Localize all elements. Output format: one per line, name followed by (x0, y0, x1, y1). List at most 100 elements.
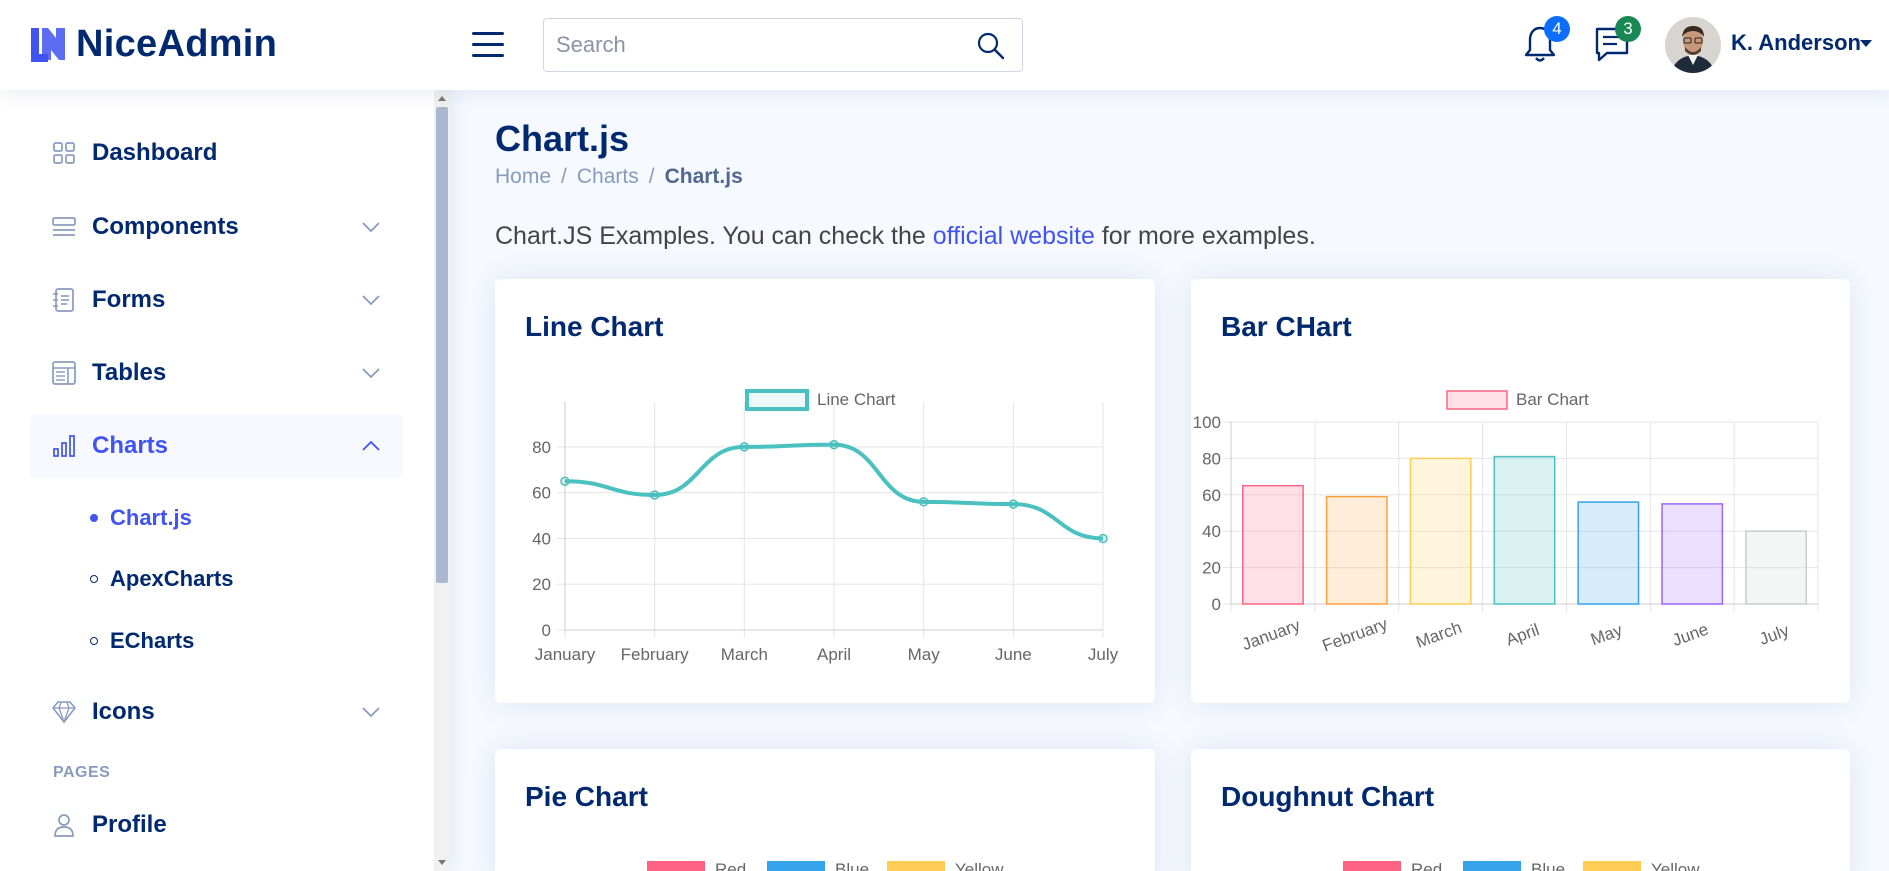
sidebar-subitem-apexcharts[interactable]: ApexCharts (90, 559, 233, 599)
x-tick-label: May (1588, 620, 1625, 649)
bar (1745, 530, 1808, 605)
search-form (543, 18, 1023, 72)
profile-dropdown-toggle[interactable]: K. Anderson (1731, 30, 1861, 56)
legend-label: Yellow (955, 860, 1004, 871)
doughnut-chart-card: Doughnut Chart Red Blue Yellow (1191, 749, 1850, 871)
bar-chart-card: Bar CHart Bar Chart 0 20 40 60 80 100 January Fe… (1191, 279, 1850, 703)
person-icon (54, 814, 74, 837)
x-tick-label: February (1320, 614, 1391, 655)
search-input[interactable] (556, 19, 956, 71)
bar (1409, 457, 1472, 605)
line-chart-card: Line Chart Line Chart 0 20 40 60 80 January Feb… (495, 279, 1155, 703)
line-chart: Line Chart 0 20 40 60 80 January February March A… (532, 389, 1119, 664)
y-tick-label: 40 (1202, 522, 1221, 541)
legend-swatch (745, 389, 809, 411)
grid-icon (53, 142, 75, 164)
legend-swatch (1343, 861, 1401, 871)
x-tick-label: June (995, 645, 1032, 664)
messages-badge: 3 (1615, 16, 1641, 42)
legend-label: Bar Chart (1516, 390, 1589, 409)
breadcrumb-separator: / (648, 165, 655, 188)
legend-swatch (1583, 861, 1641, 871)
scrollbar-thumb[interactable] (436, 107, 448, 583)
x-tick-label: February (621, 645, 690, 664)
chevron-down-icon (362, 707, 380, 718)
x-tick-label: April (1503, 620, 1541, 649)
bar-chart-icon (53, 435, 75, 457)
sidebar-item-profile[interactable]: Profile (30, 793, 403, 857)
intro-text-start: Chart.JS Examples. You can check the (495, 222, 933, 250)
pie-chart-card: Pie Chart Red Blue Yellow (495, 749, 1155, 871)
legend-swatch (767, 861, 825, 871)
legend-swatch (647, 861, 705, 871)
notifications-badge: 4 (1544, 16, 1570, 42)
x-tick-label: April (817, 645, 851, 664)
messages-button[interactable]: 3 (1593, 16, 1641, 66)
sidebar-subitem-label: ECharts (110, 628, 195, 653)
circle-icon (90, 575, 98, 583)
x-tick-label: January (1239, 615, 1303, 654)
notifications-button[interactable]: 4 (1522, 16, 1570, 66)
pie-chart: Red Blue Yellow (647, 860, 1004, 871)
y-tick-label: 100 (1193, 413, 1221, 432)
menu-button-icon (52, 217, 76, 236)
sidebar-item-components[interactable]: Components (30, 195, 403, 259)
bar (1493, 455, 1556, 605)
official-website-link[interactable]: official website (933, 222, 1095, 250)
chevron-down-icon (362, 368, 380, 379)
x-tick-label: July (1757, 621, 1792, 649)
chevron-up-icon (362, 440, 380, 451)
x-tick-label: July (1088, 645, 1119, 664)
data-point (649, 490, 660, 500)
legend-label: Red (1411, 860, 1442, 871)
search-icon[interactable] (976, 31, 1006, 61)
y-tick-label: 60 (532, 484, 551, 503)
sidebar-item-label: Components (92, 213, 239, 240)
legend-label: Red (715, 860, 746, 871)
x-tick-label: May (908, 645, 941, 664)
avatar[interactable] (1665, 17, 1721, 73)
sidebar-item-icons[interactable]: Icons (30, 680, 403, 744)
scroll-down-arrow[interactable] (438, 860, 446, 865)
sidebar-subitem-chartjs[interactable]: Chart.js (90, 498, 192, 538)
header: NiceAdmin 4 3 (0, 0, 1889, 90)
layout-text-window-icon (52, 361, 76, 385)
breadcrumb-charts[interactable]: Charts (577, 165, 639, 189)
legend-swatch (1446, 390, 1508, 410)
legend-swatch (1463, 861, 1521, 871)
legend-swatch (887, 861, 945, 871)
sidebar-item-tables[interactable]: Tables (30, 341, 403, 405)
sidebar-toggle-button[interactable] (470, 28, 506, 62)
sidebar-scrollbar[interactable] (434, 90, 450, 871)
circle-icon (90, 637, 98, 645)
breadcrumb-separator: / (561, 165, 567, 188)
breadcrumb-home[interactable]: Home (495, 165, 551, 189)
legend-label: Yellow (1651, 860, 1700, 871)
sidebar-item-forms[interactable]: Forms (30, 268, 403, 332)
x-tick-label: March (1413, 618, 1464, 652)
journal-text-icon (53, 288, 74, 312)
sidebar-subitem-label: Chart.js (110, 505, 192, 530)
sidebar-item-dashboard[interactable]: Dashboard (30, 121, 403, 185)
chevron-down-icon (362, 295, 380, 306)
y-tick-label: 40 (532, 529, 551, 548)
sidebar-item-label: Icons (92, 698, 155, 725)
data-point (918, 497, 929, 507)
bar (1661, 503, 1724, 605)
legend-label: Blue (835, 860, 869, 871)
page-title: Chart.js (495, 118, 630, 159)
circle-fill-icon (90, 514, 98, 522)
sidebar-subitem-echarts[interactable]: ECharts (90, 621, 194, 661)
logo[interactable]: NiceAdmin (28, 20, 277, 68)
y-tick-label: 80 (532, 438, 551, 457)
breadcrumb-current: Chart.js (664, 165, 743, 188)
x-tick-label: January (535, 645, 596, 664)
doughnut-chart: Red Blue Yellow (1343, 860, 1700, 871)
sidebar-subitem-label: ApexCharts (110, 566, 234, 591)
intro-text: Chart.JS Examples. You can check the off… (495, 222, 1316, 251)
sidebar-item-charts[interactable]: Charts (30, 414, 403, 478)
y-tick-label: 0 (542, 621, 551, 640)
data-point (829, 439, 839, 450)
scroll-up-arrow[interactable] (438, 96, 446, 101)
gem-icon (52, 701, 76, 724)
